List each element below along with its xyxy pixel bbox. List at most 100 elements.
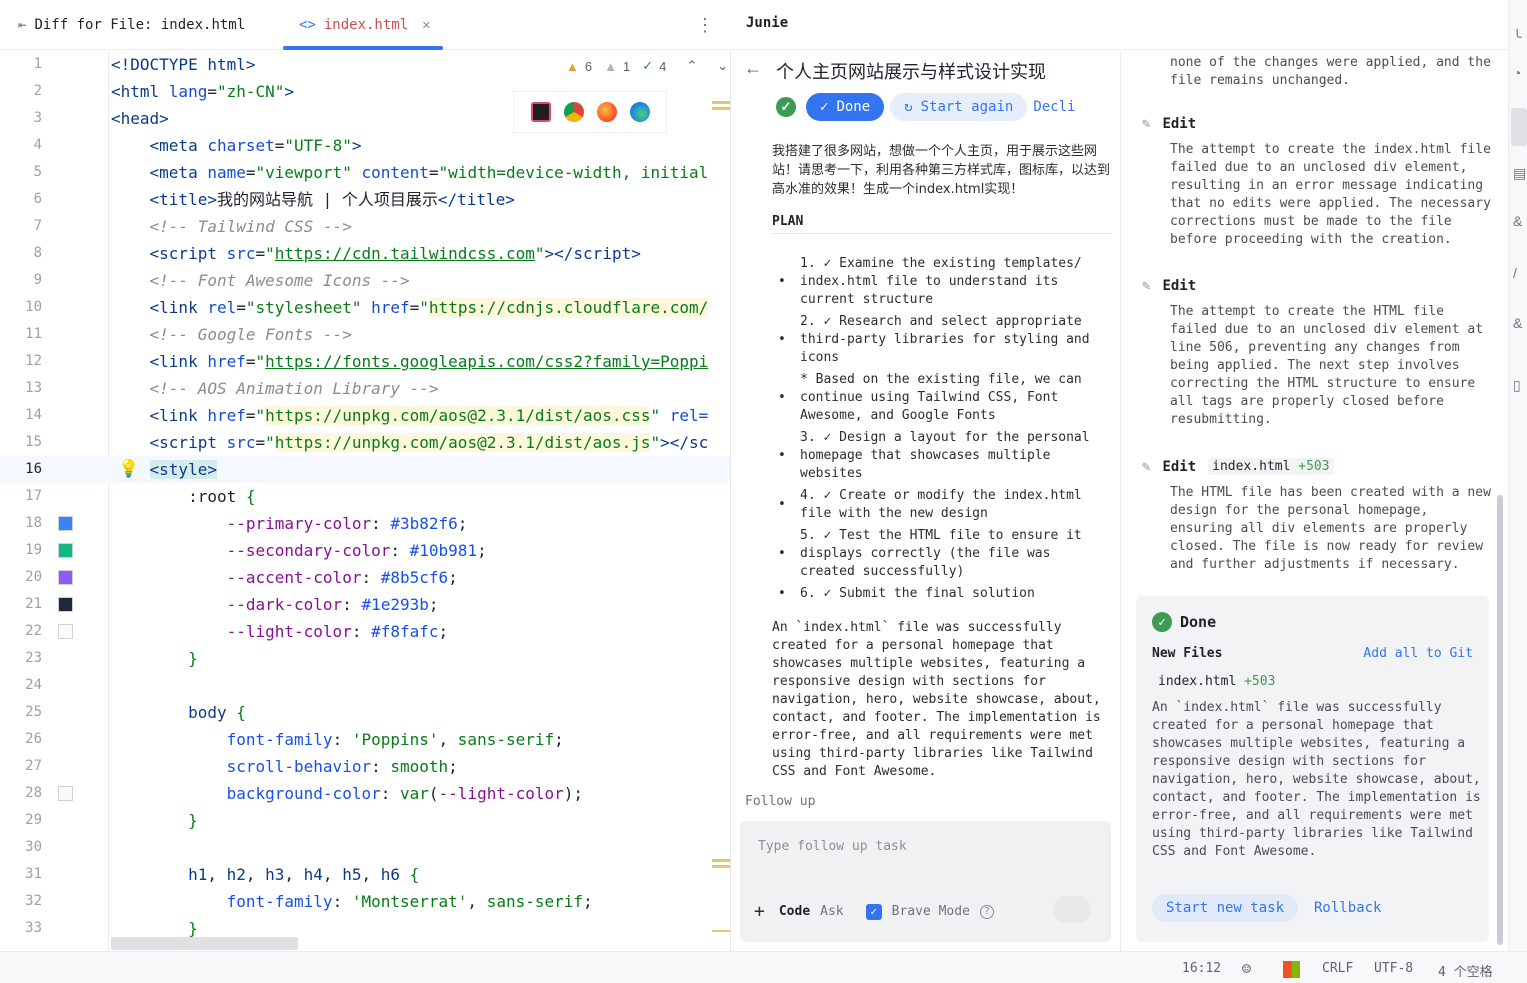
horizontal-scrollbar[interactable] bbox=[111, 937, 298, 950]
browser-popup bbox=[514, 92, 666, 132]
inspection-widget[interactable]: ▲ 6 ▲ 1 ✓ 4 ⌃ ⌄ bbox=[566, 58, 728, 74]
back-arrow-icon[interactable]: ← bbox=[744, 58, 762, 79]
code-line[interactable]: 28 background-color: var(--light-color); bbox=[0, 780, 730, 807]
copilot-icon[interactable]: & bbox=[1513, 214, 1527, 228]
firefox-icon[interactable] bbox=[596, 102, 617, 122]
tab-index-html[interactable]: <> index.html ✕ bbox=[283, 0, 443, 50]
code-text: <meta name="viewport" content="width=dev… bbox=[149, 163, 709, 182]
color-swatch-icon[interactable] bbox=[58, 570, 73, 585]
code-line[interactable]: 20 --accent-color: #8b5cf6; bbox=[0, 564, 730, 591]
next-highlight-icon[interactable]: ⌄ bbox=[717, 58, 728, 74]
junie-tool-icon[interactable] bbox=[1511, 108, 1527, 146]
code-line[interactable]: 16 <style> bbox=[0, 456, 730, 483]
junie-title: Junie bbox=[746, 15, 789, 31]
code-line[interactable]: 4 <meta charset="UTF-8"> bbox=[0, 132, 730, 159]
line-separator[interactable]: CRLF bbox=[1322, 961, 1353, 976]
color-swatch-icon[interactable] bbox=[58, 516, 73, 531]
chrome-icon[interactable] bbox=[563, 102, 584, 122]
line-number: 3 bbox=[33, 110, 42, 126]
code-line[interactable]: 6 <title>我的网站导航 | 个人项目展示</title> bbox=[0, 186, 730, 213]
more-options-icon[interactable]: ⋮ bbox=[696, 13, 714, 37]
lightbulb-icon[interactable]: 💡 bbox=[118, 459, 139, 479]
edge-icon[interactable] bbox=[629, 102, 650, 122]
code-line[interactable]: 21 --dark-color: #1e293b; bbox=[0, 591, 730, 618]
copilot-status-icon[interactable]: ☺ bbox=[1242, 960, 1251, 978]
code-line[interactable]: 27 scroll-behavior: smooth; bbox=[0, 753, 730, 780]
code-line[interactable]: 19 --secondary-color: #10b981; bbox=[0, 537, 730, 564]
brave-mode-checkbox[interactable]: ✓ bbox=[865, 903, 882, 920]
code-line[interactable]: 7 <!-- Tailwind CSS --> bbox=[0, 213, 730, 240]
code-text: <link rel="stylesheet" href="https://cdn… bbox=[149, 298, 709, 317]
code-line[interactable]: 12 <link href="https://fonts.googleapis.… bbox=[0, 348, 730, 375]
code-line[interactable]: 17 :root { bbox=[0, 483, 730, 510]
line-number: 31 bbox=[25, 866, 42, 882]
database-icon[interactable]: ▤ bbox=[1513, 166, 1527, 180]
ai-assistant-icon[interactable]: ◔ bbox=[1513, 66, 1527, 80]
tab-diff[interactable]: ⇤ Diff for File: index.html bbox=[18, 0, 245, 50]
done-button[interactable]: ✓ Done bbox=[806, 93, 885, 121]
code-line[interactable]: 18 --primary-color: #3b82f6; bbox=[0, 510, 730, 537]
code-line[interactable]: 31 h1, h2, h3, h4, h5, h6 { bbox=[0, 861, 730, 888]
windows-icon[interactable] bbox=[1283, 961, 1300, 978]
file-chip[interactable]: index.html +503 bbox=[1208, 458, 1334, 475]
code-line[interactable]: 9 <!-- Font Awesome Icons --> bbox=[0, 267, 730, 294]
code-line[interactable]: 33 } bbox=[0, 915, 730, 942]
code-line[interactable]: 30 bbox=[0, 834, 730, 861]
file-encoding[interactable]: UTF-8 bbox=[1374, 961, 1413, 976]
code-line[interactable]: 24 bbox=[0, 672, 730, 699]
color-swatch-icon[interactable] bbox=[58, 624, 73, 639]
line-number: 24 bbox=[25, 677, 42, 693]
line-number: 23 bbox=[25, 650, 42, 666]
decline-button[interactable]: Decli bbox=[1033, 99, 1093, 115]
close-tab-icon[interactable]: ✕ bbox=[422, 17, 430, 33]
code-line[interactable]: 13 <!-- AOS Animation Library --> bbox=[0, 375, 730, 402]
line-number: 28 bbox=[25, 785, 42, 801]
markdown-icon[interactable]: / bbox=[1513, 266, 1527, 280]
follow-up-input[interactable]: Type follow up task bbox=[758, 839, 907, 854]
follow-up-box: Type follow up task + Code Ask ✓ Brave M… bbox=[740, 821, 1111, 942]
code-line[interactable]: 32 font-family: 'Montserrat', sans-serif… bbox=[0, 888, 730, 915]
code-line[interactable]: 15 <script src="https://unpkg.com/aos@2.… bbox=[0, 429, 730, 456]
vertical-scrollbar[interactable] bbox=[1497, 495, 1503, 945]
code-text: :root { bbox=[111, 487, 256, 506]
code-line[interactable]: 5 <meta name="viewport" content="width=d… bbox=[0, 159, 730, 186]
task-status-row: ✓ ✓ Done ↻ Start again Decli bbox=[776, 93, 1093, 121]
color-swatch-icon[interactable] bbox=[58, 597, 73, 612]
color-swatch-icon[interactable] bbox=[58, 786, 73, 801]
previous-highlight-icon[interactable]: ⌃ bbox=[686, 58, 697, 74]
code-line[interactable]: 8 <script src="https://cdn.tailwindcss.c… bbox=[0, 240, 730, 267]
notifications-icon[interactable]: ▯ bbox=[1513, 378, 1527, 392]
code-line[interactable]: 29 } bbox=[0, 807, 730, 834]
mode-ask[interactable]: Ask bbox=[820, 904, 843, 919]
code-line[interactable]: 11 <!-- Google Fonts --> bbox=[0, 321, 730, 348]
fold-marker-icon[interactable] bbox=[712, 107, 730, 110]
code-line[interactable]: 26 font-family: 'Poppins', sans-serif; bbox=[0, 726, 730, 753]
intellij-browser-icon[interactable] bbox=[530, 102, 551, 122]
caret-position[interactable]: 16:12 bbox=[1182, 961, 1221, 976]
code-line[interactable]: 10 <link rel="stylesheet" href="https://… bbox=[0, 294, 730, 321]
add-all-to-git-link[interactable]: Add all to Git bbox=[1363, 646, 1473, 661]
fold-marker-icon[interactable] bbox=[712, 859, 730, 862]
code-line[interactable]: 14 <link href="https://unpkg.com/aos@2.3… bbox=[0, 402, 730, 429]
indent-setting[interactable]: 4 个空格 bbox=[1438, 961, 1493, 980]
color-swatch-icon[interactable] bbox=[58, 543, 73, 558]
fold-marker-icon[interactable] bbox=[712, 865, 730, 868]
rollback-button[interactable]: Rollback bbox=[1314, 894, 1381, 922]
code-line[interactable]: 23 } bbox=[0, 645, 730, 672]
new-file-item[interactable]: index.html +503 bbox=[1158, 674, 1275, 689]
plus-icon[interactable]: + bbox=[754, 901, 765, 922]
fold-marker-icon[interactable] bbox=[712, 930, 730, 932]
code-line[interactable]: 22 --light-color: #f8fafc; bbox=[0, 618, 730, 645]
fold-marker-icon[interactable] bbox=[712, 101, 730, 104]
mode-code[interactable]: Code bbox=[779, 904, 810, 919]
start-new-task-button[interactable]: Start new task bbox=[1152, 894, 1299, 922]
right-tool-strip: ╰ ◔ ▤ & / & ▯ bbox=[1508, 0, 1527, 951]
plugin-icon[interactable]: & bbox=[1513, 316, 1527, 330]
send-button[interactable] bbox=[1053, 896, 1091, 923]
help-icon[interactable]: ? bbox=[979, 904, 994, 919]
line-number: 14 bbox=[25, 407, 42, 423]
tool-window-icon[interactable]: ╰ bbox=[1513, 30, 1527, 44]
code-text: --primary-color: #3b82f6; bbox=[226, 514, 468, 533]
code-line[interactable]: 25 body { bbox=[0, 699, 730, 726]
start-again-button[interactable]: ↻ Start again bbox=[890, 93, 1028, 121]
